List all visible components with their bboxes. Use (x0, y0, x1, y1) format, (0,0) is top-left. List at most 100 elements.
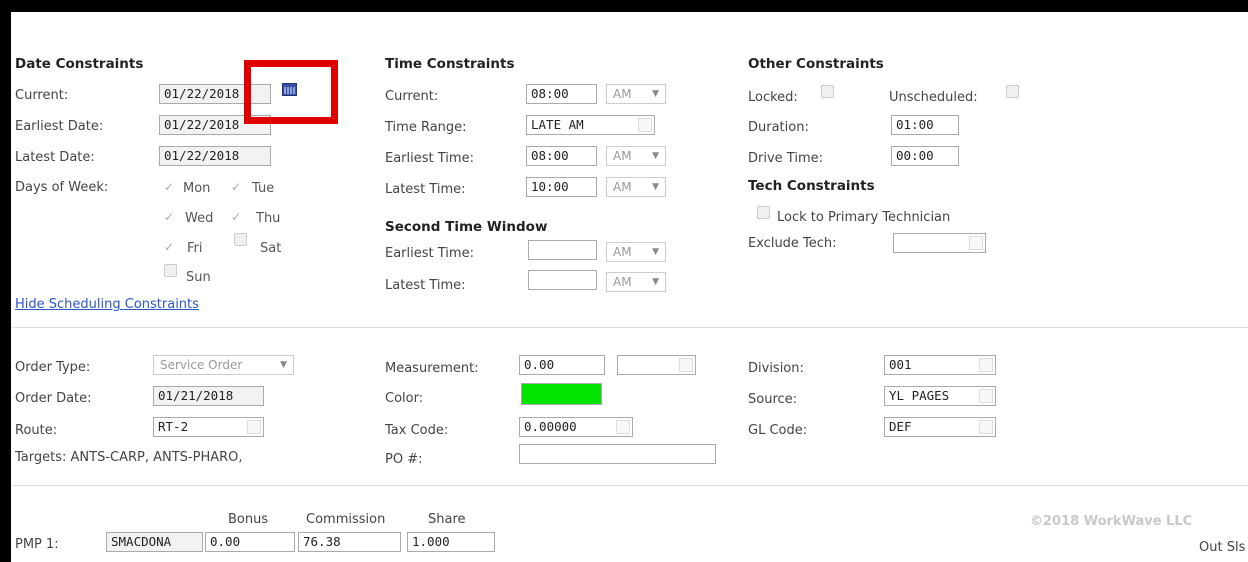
out-sls-label: Out Sls (1199, 540, 1246, 555)
lock-primary-tech-label: Lock to Primary Technician (777, 210, 951, 225)
time-range-label: Time Range: (385, 120, 467, 135)
dropdown-icon (979, 389, 993, 403)
source-label: Source: (748, 392, 798, 407)
measurement-label: Measurement: (385, 361, 479, 376)
pmp1-label: PMP 1: (15, 537, 59, 552)
day-sat-checkbox[interactable] (234, 233, 247, 246)
measurement-unit-select[interactable] (617, 355, 696, 375)
targets-text: Targets: ANTS-CARP, ANTS-PHARO, (15, 450, 243, 465)
share-header: Share (428, 512, 466, 527)
dropdown-icon (616, 420, 630, 434)
gl-code-label: GL Code: (748, 423, 808, 438)
order-type-select[interactable]: Service Order ▼ (153, 355, 294, 375)
time-constraints-heading: Time Constraints (385, 56, 515, 72)
order-date-label: Order Date: (15, 391, 92, 406)
source-field[interactable]: YL PAGES (884, 386, 996, 406)
checkmark-icon[interactable]: ✓ (164, 180, 174, 194)
hide-scheduling-constraints-link-wrap: Hide Scheduling Constraints (15, 297, 199, 312)
lock-primary-tech-checkbox[interactable] (757, 206, 770, 219)
date-constraints-heading: Date Constraints (15, 56, 144, 72)
latest-date-field[interactable]: 01/22/2018 (159, 146, 271, 166)
pmp1-commission-field[interactable]: 76.38 (298, 532, 401, 552)
pmp1-code-field[interactable]: SMACDONA (106, 532, 203, 552)
window-frame-top (0, 0, 1248, 12)
route-label: Route: (15, 423, 58, 438)
latest-time-label: Latest Time: (385, 182, 466, 197)
current-time-field[interactable]: 08:00 (526, 84, 597, 104)
chevron-down-icon: ▼ (652, 151, 659, 161)
window-frame-left (0, 0, 11, 562)
hide-scheduling-constraints-link[interactable]: Hide Scheduling Constraints (15, 297, 199, 312)
tax-code-label: Tax Code: (385, 423, 449, 438)
earliest-ampm-select[interactable]: AM ▼ (606, 146, 666, 166)
dropdown-icon (679, 358, 693, 372)
section-divider (11, 485, 1248, 486)
duration-label: Duration: (748, 120, 809, 135)
checkmark-icon[interactable]: ✓ (164, 240, 174, 254)
current-time-label: Current: (385, 89, 439, 104)
second-latest-label: Latest Time: (385, 278, 466, 293)
bonus-header: Bonus (228, 512, 269, 527)
chevron-down-icon: ▼ (652, 247, 659, 257)
pmp1-bonus-field[interactable]: 0.00 (205, 532, 295, 552)
latest-ampm-select[interactable]: AM ▼ (606, 177, 666, 197)
current-date-label: Current: (15, 88, 69, 103)
day-tue-label: Tue (252, 181, 275, 196)
time-range-field[interactable]: LATE AM (526, 115, 655, 135)
exclude-tech-field[interactable] (893, 233, 986, 253)
section-divider (11, 327, 1248, 328)
other-constraints-heading: Other Constraints (748, 56, 884, 72)
measurement-field[interactable]: 0.00 (519, 355, 605, 375)
earliest-time-field[interactable]: 08:00 (526, 146, 597, 166)
dropdown-icon (638, 118, 652, 132)
dropdown-icon (979, 420, 993, 434)
second-time-window-heading: Second Time Window (385, 219, 548, 235)
dropdown-icon (969, 236, 983, 250)
day-fri-label: Fri (187, 241, 203, 256)
drive-time-field[interactable]: 00:00 (891, 146, 959, 166)
day-mon-label: Mon (183, 181, 211, 196)
drive-time-label: Drive Time: (748, 151, 823, 166)
order-type-label: Order Type: (15, 360, 91, 375)
chevron-down-icon: ▼ (280, 360, 287, 370)
earliest-time-label: Earliest Time: (385, 151, 474, 166)
chevron-down-icon: ▼ (652, 277, 659, 287)
locked-checkbox[interactable] (821, 85, 834, 98)
order-date-field[interactable]: 01/21/2018 (153, 386, 264, 406)
gl-code-field[interactable]: DEF (884, 417, 996, 437)
second-latest-ampm-select[interactable]: AM ▼ (606, 272, 666, 292)
current-ampm-select[interactable]: AM ▼ (606, 84, 666, 104)
unscheduled-label: Unscheduled: (889, 90, 978, 105)
tax-code-field[interactable]: 0.00000 (519, 417, 633, 437)
division-field[interactable]: 001 (884, 355, 996, 375)
checkmark-icon[interactable]: ✓ (164, 210, 174, 224)
day-sun-label: Sun (186, 270, 211, 285)
unscheduled-checkbox[interactable] (1006, 85, 1019, 98)
po-number-field[interactable] (519, 444, 716, 464)
duration-field[interactable]: 01:00 (891, 115, 959, 135)
second-earliest-field[interactable] (528, 240, 597, 260)
pmp1-share-field[interactable]: 1.000 (407, 532, 495, 552)
dropdown-icon (247, 420, 261, 434)
tech-constraints-heading: Tech Constraints (748, 178, 875, 194)
latest-date-label: Latest Date: (15, 150, 95, 165)
checkmark-icon[interactable]: ✓ (231, 210, 241, 224)
route-field[interactable]: RT-2 (153, 417, 264, 437)
copyright-text: ©2018 WorkWave LLC (1030, 514, 1193, 529)
day-sat-label: Sat (260, 241, 282, 256)
second-earliest-ampm-select[interactable]: AM ▼ (606, 242, 666, 262)
division-label: Division: (748, 361, 804, 376)
latest-time-field[interactable]: 10:00 (526, 177, 597, 197)
days-of-week-label: Days of Week: (15, 180, 109, 195)
locked-label: Locked: (748, 90, 798, 105)
highlight-box (244, 60, 338, 124)
color-swatch[interactable] (521, 383, 602, 405)
checkmark-icon[interactable]: ✓ (231, 180, 241, 194)
chevron-down-icon: ▼ (652, 182, 659, 192)
day-sun-checkbox[interactable] (164, 264, 177, 277)
day-wed-label: Wed (185, 211, 214, 226)
color-label: Color: (385, 391, 424, 406)
dropdown-icon (979, 358, 993, 372)
commission-header: Commission (306, 512, 386, 527)
second-latest-field[interactable] (528, 270, 597, 290)
